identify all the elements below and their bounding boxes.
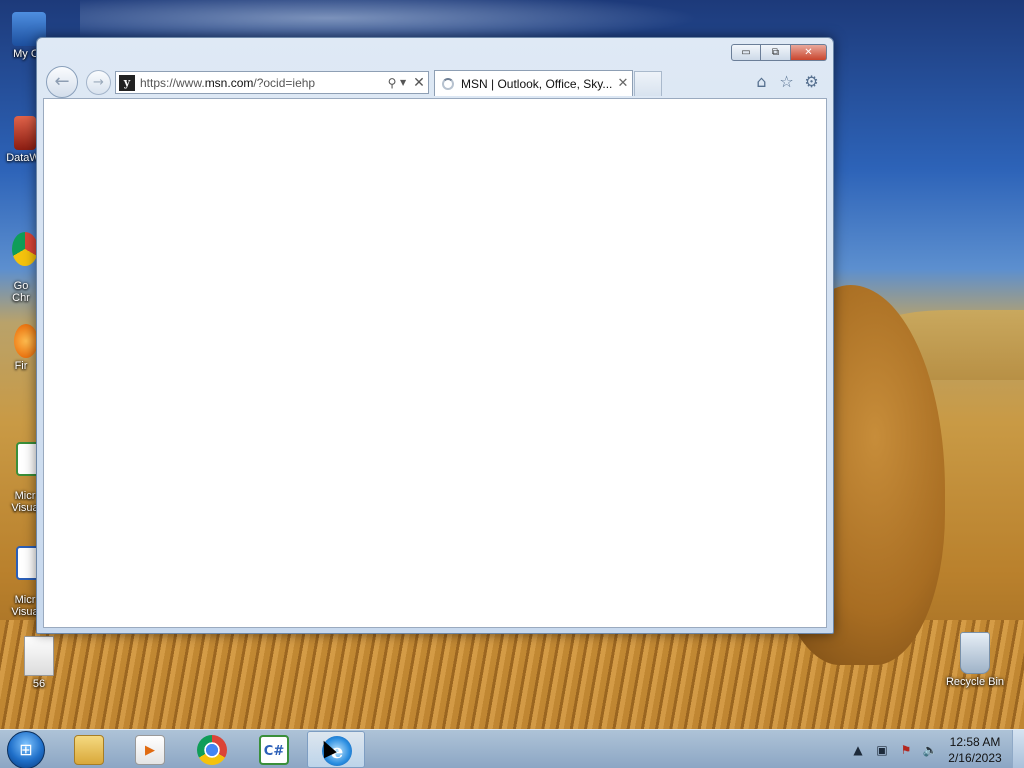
arrow-left-icon: ← — [54, 71, 70, 92]
favorites-star-icon[interactable]: ☆ — [777, 72, 796, 91]
chevron-down-icon[interactable]: ▼ — [400, 78, 410, 87]
url-suffix: /?ocid=iehp — [253, 75, 316, 90]
page-content[interactable] — [43, 98, 827, 628]
clock[interactable]: 12:58 AM 2/16/2023 — [942, 734, 1008, 766]
recycle-bin-icon — [960, 632, 990, 674]
desktop-icon-label: Micr Visua — [11, 594, 39, 618]
show-hidden-icons-icon[interactable]: ▲ — [846, 743, 870, 757]
maximize-button[interactable]: ⧉ — [761, 44, 791, 61]
url-domain: msn.com — [204, 75, 254, 90]
forward-button[interactable]: → — [86, 70, 111, 95]
media-player-icon: ▶ — [135, 735, 165, 765]
taskbar: ⊞ ▶ C# e ▲ ▣ ⚑ 🔈 12:58 AM 2/16/2023 — [0, 729, 1024, 768]
search-icon[interactable]: ⚲ — [384, 76, 400, 90]
clock-date: 2/16/2023 — [948, 750, 1002, 765]
text-file-icon — [24, 636, 54, 676]
stop-icon[interactable]: ✕ — [410, 75, 428, 91]
tab-msn[interactable]: MSN | Outlook, Office, Sky... ✕ — [434, 70, 633, 96]
action-center-flag-icon[interactable]: ⚑ — [894, 743, 918, 757]
system-tray: ▲ ▣ ⚑ 🔈 12:58 AM 2/16/2023 — [846, 730, 1024, 768]
clock-time: 12:58 AM — [949, 734, 1001, 749]
command-icons: ⌂ ☆ ⚙ — [752, 72, 821, 91]
loading-spinner-icon — [442, 77, 454, 90]
volume-icon[interactable]: 🔈 — [918, 743, 942, 757]
url-text[interactable]: https://www.msn.com/?ocid=iehp — [140, 76, 384, 90]
tab-title: MSN | Outlook, Office, Sky... — [461, 76, 613, 91]
address-bar[interactable]: y https://www.msn.com/?ocid=iehp ⚲ ▼ ✕ — [115, 71, 429, 94]
site-favicon-icon: y — [119, 74, 135, 91]
arrow-right-icon: → — [93, 75, 104, 90]
new-tab-button[interactable] — [634, 71, 662, 96]
datawarehouse-icon — [14, 116, 36, 150]
taskbar-internet-explorer[interactable]: e — [307, 731, 365, 768]
back-button[interactable]: ← — [46, 66, 78, 98]
desktop-icon-label: Go Chr — [12, 280, 30, 304]
desktop-icon-text-file[interactable]: 56 — [4, 636, 74, 690]
chrome-icon — [197, 735, 227, 765]
start-button[interactable]: ⊞ — [7, 731, 45, 768]
url-prefix: https://www. — [140, 75, 205, 90]
windows-logo-icon: ⊞ — [19, 740, 33, 759]
desktop-icon-label: 56 — [32, 678, 46, 690]
chrome-icon — [12, 232, 38, 266]
desktop-icon-label: DataW — [6, 152, 40, 164]
browser-window: ▭ ⧉ ✕ ← → y https://www.msn.com/?ocid=ie… — [36, 37, 834, 634]
taskbar-file-explorer[interactable] — [60, 731, 118, 768]
close-window-button[interactable]: ✕ — [791, 44, 827, 61]
taskbar-media-player[interactable]: ▶ — [121, 731, 179, 768]
folder-icon — [74, 735, 104, 765]
taskbar-csharp[interactable]: C# — [245, 731, 303, 768]
desktop-icon-recycle-bin[interactable]: Recycle Bin — [940, 632, 1010, 688]
desktop-icon-label: Micr Visua — [11, 490, 39, 514]
firefox-icon — [14, 324, 38, 358]
show-desktop-button[interactable] — [1012, 730, 1024, 768]
desktop-icon-label: Fir — [14, 360, 28, 372]
home-icon[interactable]: ⌂ — [752, 72, 771, 91]
tab-close-icon[interactable]: ✕ — [614, 76, 632, 91]
network-icon[interactable]: ▣ — [870, 743, 894, 757]
csharp-icon: C# — [259, 735, 289, 765]
window-controls: ▭ ⧉ ✕ — [731, 44, 827, 61]
minimize-button[interactable]: ▭ — [731, 44, 761, 61]
gear-icon[interactable]: ⚙ — [802, 72, 821, 91]
taskbar-chrome[interactable] — [183, 731, 241, 768]
desktop-icon-label: Recycle Bin — [945, 676, 1005, 688]
